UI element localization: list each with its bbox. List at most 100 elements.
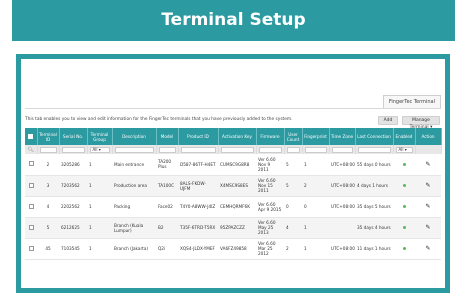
cell-firmware: Ver 6.60 May 25 2013 [256,217,284,239]
page-banner: Terminal Setup [12,0,455,41]
cell-product-id: T35F-6TRD-T5RX [178,217,218,239]
cell-group: 1 [87,175,112,197]
row-checkbox[interactable] [25,175,37,197]
table-row[interactable]: 3 7203562 1 Production area TA100C 8ALS-… [25,175,441,197]
col-serial-no[interactable]: Serial No. [59,128,88,145]
cell-terminal-id: 45 [37,238,59,260]
filter-terminal-id[interactable] [37,145,60,154]
cell-fingerprint: 1 [302,217,329,239]
cell-last-connection: 4 days 1 hours [355,175,393,197]
col-activation-key[interactable]: Activation Key [218,128,257,145]
table-row[interactable]: 4 2202562 1 Packing Face02 T4Y0-A8WW-J4I… [25,196,441,218]
cell-time-zone: UTC+08:00 [329,196,355,218]
cell-model: B2 [156,217,178,239]
col-product-id[interactable]: Product ID [178,128,219,145]
row-checkbox[interactable] [25,196,37,218]
col-description[interactable]: Description [112,128,157,145]
cell-serial-no: 3205286 [59,154,87,176]
filter-activation-key[interactable] [218,145,257,154]
col-fingerprint[interactable]: Fingerprint [302,128,330,145]
filter-time-zone[interactable] [329,145,356,154]
filter-enabled-select[interactable]: All ▾ [393,145,416,154]
cell-firmware: Ver 6.60 Apr 9 2015 [256,196,284,218]
col-terminal-group[interactable]: Terminal Group [87,128,113,145]
edit-pencil-icon[interactable]: ✎ [415,196,441,218]
col-firmware[interactable]: Firmware [256,128,285,145]
enabled-indicator [393,175,415,197]
filter-product-id[interactable] [178,145,219,154]
table-row[interactable]: 45 7103545 1 Branch (Jakarta) Q2i XQS4-J… [25,238,441,260]
cell-serial-no: 6212625 [59,217,87,239]
col-model[interactable]: Model [156,128,179,145]
cell-terminal-id: 4 [37,196,59,218]
filter-user-count[interactable] [284,145,303,154]
edit-pencil-icon[interactable]: ✎ [415,217,441,239]
cell-fingerprint: 1 [302,154,329,176]
table-row[interactable]: 5 6212625 1 Branch (Kuala Lumpur) B2 T35… [25,217,441,239]
cell-model: Q2i [156,238,178,260]
cell-terminal-id: 2 [37,154,59,176]
col-user-count[interactable]: User Count [284,128,303,145]
cell-last-connection: 35 days 5 hours [355,196,393,218]
filter-serial-no[interactable] [59,145,88,154]
cell-description: Branch (Jakarta) [112,238,156,260]
cell-group: 1 [87,217,112,239]
page-title: Terminal Setup [161,10,306,30]
manage-terminal-button[interactable]: Manage Terminal ▾ [402,116,440,130]
edit-pencil-icon[interactable]: ✎ [415,238,441,260]
filter-description[interactable] [112,145,157,154]
col-last-connection[interactable]: Last Connection [355,128,394,145]
edit-pencil-icon[interactable]: ✎ [415,175,441,197]
cell-user-count: 4 [284,217,302,239]
cell-activation-key: CUMSC9G8R8 [218,154,256,176]
enabled-indicator [393,238,415,260]
enabled-indicator [393,154,415,176]
table-row[interactable]: 2 3205286 1 Main entrance TA200 Plus D58… [25,154,441,176]
row-checkbox[interactable] [25,238,37,260]
cell-serial-no: 2202562 [59,196,87,218]
cell-terminal-id: 5 [37,217,59,239]
tab-fingertec-terminal[interactable]: FingerTec Terminal [382,95,441,108]
cell-last-connection: 35 days 4 hours [355,217,393,239]
filter-row: 🔍︎ All ▾ All ▾ [25,145,442,154]
table-header-row: Terminal ID Serial No. Terminal Group De… [25,128,442,145]
cell-time-zone [329,217,355,239]
row-checkbox[interactable] [25,154,37,176]
filter-last-connection[interactable] [355,145,394,154]
enabled-indicator [393,196,415,218]
select-all-checkbox[interactable] [25,128,38,145]
cell-last-connection: 55 days 0 hours [355,154,393,176]
filter-firmware[interactable] [256,145,285,154]
cell-firmware: Ver 6.60 Mar 25 2012 [256,238,284,260]
cell-user-count: 5 [284,175,302,197]
cell-terminal-id: 3 [37,175,59,197]
cell-model: TA200 Plus [156,154,178,176]
edit-pencil-icon[interactable]: ✎ [415,154,441,176]
col-action: Action [415,128,442,145]
cell-user-count: 0 [284,196,302,218]
col-terminal-id[interactable]: Terminal ID [37,128,60,145]
cell-fingerprint: 0 [302,196,329,218]
cell-user-count: 5 [284,154,302,176]
enabled-indicator [393,217,415,239]
cell-group: 1 [87,154,112,176]
row-checkbox[interactable] [25,217,37,239]
cell-description: Production area [112,175,156,197]
search-icon: 🔍︎ [25,145,38,154]
cell-product-id: XQS4-JLDX-YMEF [178,238,218,260]
cell-activation-key: X4MSC9S8ES [218,175,256,197]
col-enabled[interactable]: Enabled [393,128,416,145]
cell-firmware: Ver 6.60 Nov 9 2011 [256,154,284,176]
cell-time-zone: UTC+08:00 [329,154,355,176]
filter-fingerprint[interactable] [302,145,330,154]
cell-activation-key: VA6FZ49858 [218,238,256,260]
terminal-table: Terminal ID Serial No. Terminal Group De… [25,128,442,260]
cell-group: 1 [87,238,112,260]
add-button[interactable]: Add [378,116,398,125]
filter-group-select[interactable]: All ▾ [87,145,113,154]
filter-model[interactable] [156,145,179,154]
col-time-zone[interactable]: Time Zone [329,128,356,145]
screenshot-frame: FingerTec Terminal This tab enables you … [16,54,450,293]
cell-product-id: D587-86TF-H4ET [178,154,218,176]
tab-description: This tab enables you to view and edit in… [25,117,293,122]
